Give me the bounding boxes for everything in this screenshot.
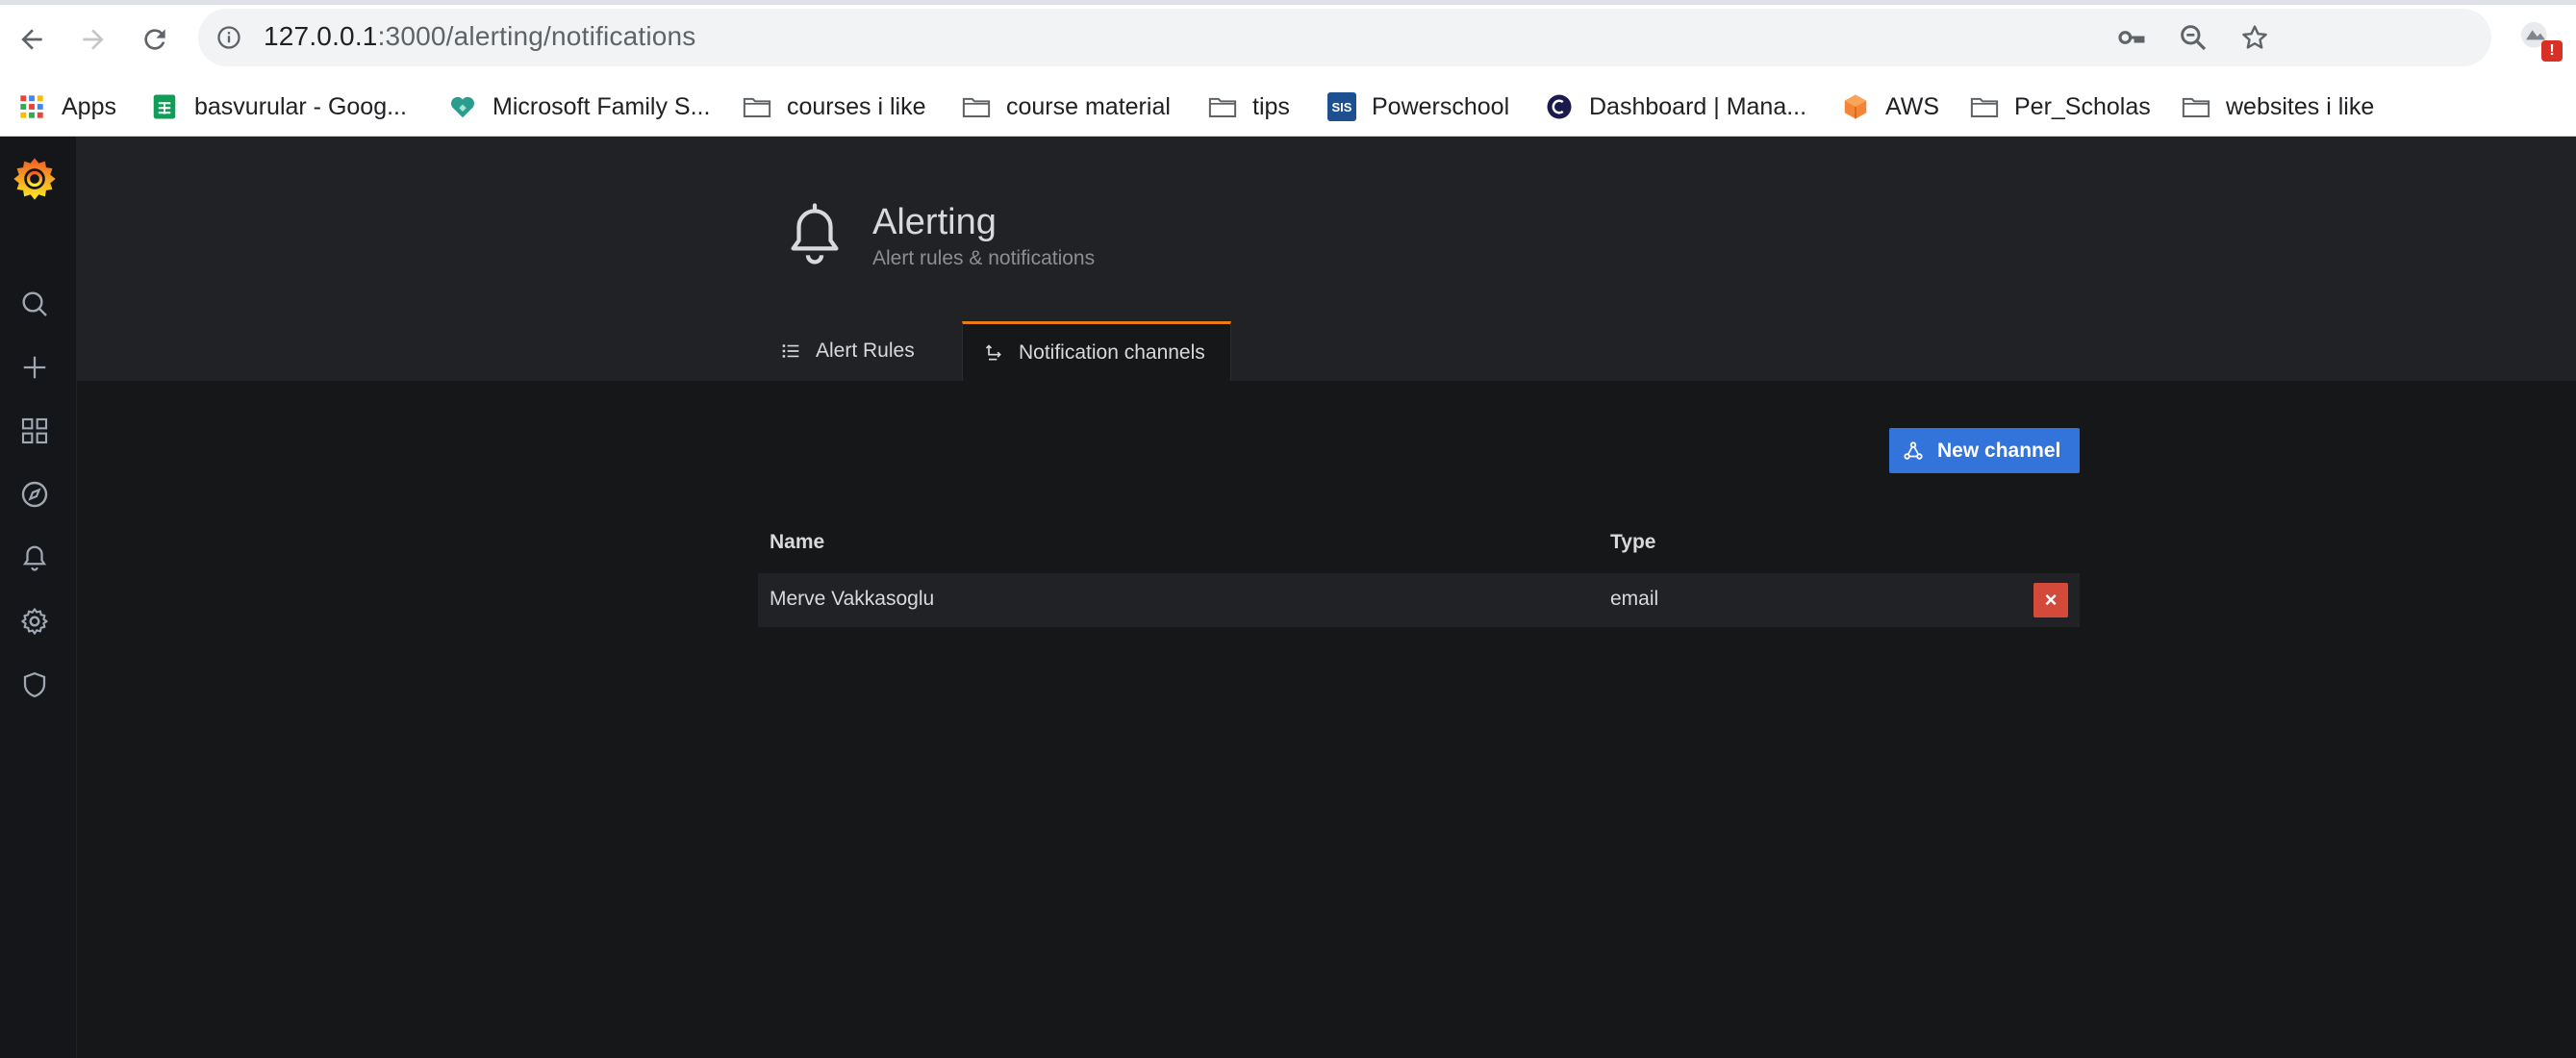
page-title: Alerting [872, 202, 997, 242]
bookmark-basvurular[interactable]: basvurular - Goog... [150, 77, 407, 137]
folder-icon [743, 92, 771, 121]
forward-button[interactable] [73, 19, 114, 60]
create-plus-icon[interactable] [17, 350, 52, 385]
zoom-icon[interactable] [2178, 22, 2209, 53]
new-channel-label: New channel [1937, 439, 2061, 462]
server-admin-shield-icon[interactable] [17, 668, 52, 702]
tab-strip-edge [0, 0, 2576, 5]
back-arrow-icon [21, 29, 42, 50]
microsoft-family-icon [448, 92, 477, 121]
delete-channel-button[interactable]: × [2033, 583, 2068, 617]
bookmark-label: Dashboard | Mana... [1589, 92, 1807, 120]
alerting-bell-icon[interactable] [17, 541, 52, 575]
new-channel-button[interactable]: New channel [1889, 428, 2080, 473]
url-path: :3000/alerting/notifications [377, 21, 696, 51]
reload-button[interactable] [135, 19, 175, 60]
error-badge: ! [2541, 40, 2563, 62]
tab-alert-rules[interactable]: Alert Rules [760, 321, 936, 381]
bookmark-aws[interactable]: AWS [1841, 77, 1939, 137]
browser-toolbar: 127.0.0.1:3000/alerting/notifications ! [0, 0, 2576, 77]
bookmark-label: websites i like [2226, 92, 2375, 120]
bookmarks-bar: Apps basvurular - Goog... Microsoft Fami… [0, 77, 2576, 137]
reload-icon [144, 29, 165, 50]
extension-profile-button[interactable]: ! [2516, 17, 2563, 62]
folder-icon [962, 92, 991, 121]
dashboard-site-icon [1545, 92, 1574, 121]
side-menu [0, 137, 77, 1058]
bookmark-label: AWS [1885, 92, 1940, 120]
apps-grid-icon [17, 92, 46, 121]
table-row[interactable]: Merve Vakkasoglu email × [758, 573, 2080, 627]
bookmark-label: Per_Scholas [2014, 92, 2151, 120]
folder-icon [1208, 92, 1237, 121]
column-header-name: Name [770, 531, 825, 553]
bookmark-websites-i-like[interactable]: websites i like [2182, 77, 2374, 137]
grafana-logo-icon[interactable] [10, 154, 60, 204]
page-content [77, 381, 2576, 1058]
tab-label: Alert Rules [816, 340, 915, 362]
url-text[interactable]: 127.0.0.1:3000/alerting/notifications [264, 21, 696, 52]
channel-type: email [1610, 588, 1659, 610]
bookmark-label: courses i like [787, 92, 926, 120]
dashboards-grid-icon[interactable] [17, 414, 52, 448]
bookmark-microsoft-family[interactable]: Microsoft Family S... [448, 77, 710, 137]
site-info-icon[interactable] [215, 24, 242, 51]
bookmark-courses-i-like[interactable]: courses i like [743, 77, 926, 137]
bookmark-powerschool[interactable]: SIS Powerschool [1327, 77, 1509, 137]
tab-notification-channels[interactable]: Notification channels [962, 321, 1231, 381]
back-button[interactable] [12, 19, 52, 60]
bookmark-label: basvurular - Goog... [194, 92, 407, 120]
channel-name[interactable]: Merve Vakkasoglu [770, 588, 934, 611]
configuration-gear-icon[interactable] [17, 604, 52, 639]
channels-share-icon [984, 342, 1005, 364]
column-header-type: Type [1610, 531, 1656, 553]
google-sheets-icon [150, 92, 179, 121]
key-icon[interactable] [2116, 22, 2147, 53]
bookmark-label: Apps [62, 92, 116, 120]
aws-icon [1841, 92, 1870, 121]
sis-icon-text: SIS [1327, 92, 1356, 121]
url-host: 127.0.0.1 [264, 21, 378, 51]
forward-arrow-icon [83, 29, 104, 50]
list-icon [781, 340, 802, 362]
bookmark-course-material[interactable]: course material [962, 77, 1171, 137]
bookmark-label: tips [1252, 92, 1290, 120]
address-bar[interactable]: 127.0.0.1:3000/alerting/notifications [198, 9, 2491, 66]
bookmark-star-icon[interactable] [2239, 22, 2270, 53]
page-subtitle: Alert rules & notifications [872, 247, 1096, 269]
channel-network-icon [1903, 440, 1926, 463]
search-icon[interactable] [17, 287, 52, 321]
page-header [77, 137, 2576, 381]
bookmark-tips[interactable]: tips [1208, 77, 1290, 137]
bookmark-label: Powerschool [1372, 92, 1510, 120]
bookmark-label: course material [1006, 92, 1171, 120]
tab-label: Notification channels [1019, 340, 1205, 364]
sis-icon: SIS [1327, 92, 1356, 121]
folder-icon [2182, 92, 2210, 121]
bookmark-per-scholas[interactable]: Per_Scholas [1970, 77, 2151, 137]
bookmark-label: Microsoft Family S... [492, 92, 711, 120]
bookmark-apps[interactable]: Apps [17, 77, 116, 137]
explore-compass-icon[interactable] [17, 477, 52, 512]
folder-icon [1970, 92, 1999, 121]
alerting-header-bell-icon [791, 203, 839, 264]
bookmark-dashboard[interactable]: Dashboard | Mana... [1545, 77, 1806, 137]
